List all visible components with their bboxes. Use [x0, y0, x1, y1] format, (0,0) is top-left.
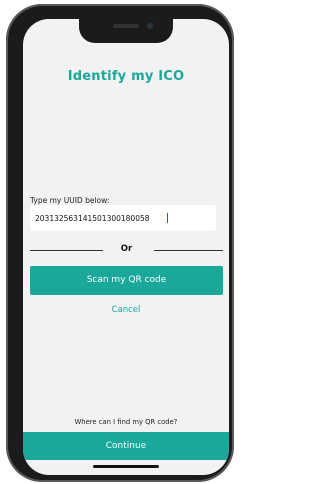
divider-line-right: [154, 250, 223, 251]
scan-qr-button[interactable]: Scan my QR code: [30, 266, 223, 295]
app-screen: Identify my ICO Type my UUID below: Or S…: [23, 19, 229, 475]
page-title: Identify my ICO: [67, 69, 185, 84]
device-notch: [79, 19, 173, 43]
uuid-label: Type my UUID below:: [30, 196, 110, 205]
qr-help-link[interactable]: Where can I find my QR code?: [23, 418, 229, 426]
or-divider: Or: [30, 244, 223, 256]
or-label: Or: [120, 244, 133, 254]
speaker-grille: [113, 24, 139, 28]
text-cursor: [167, 213, 168, 223]
camera-icon: [147, 23, 153, 29]
home-indicator[interactable]: [93, 465, 159, 468]
uuid-input[interactable]: [30, 205, 216, 231]
phone-frame: Identify my ICO Type my UUID below: Or S…: [6, 4, 234, 482]
cancel-link[interactable]: Cancel: [23, 305, 229, 315]
continue-button[interactable]: Continue: [23, 432, 229, 460]
